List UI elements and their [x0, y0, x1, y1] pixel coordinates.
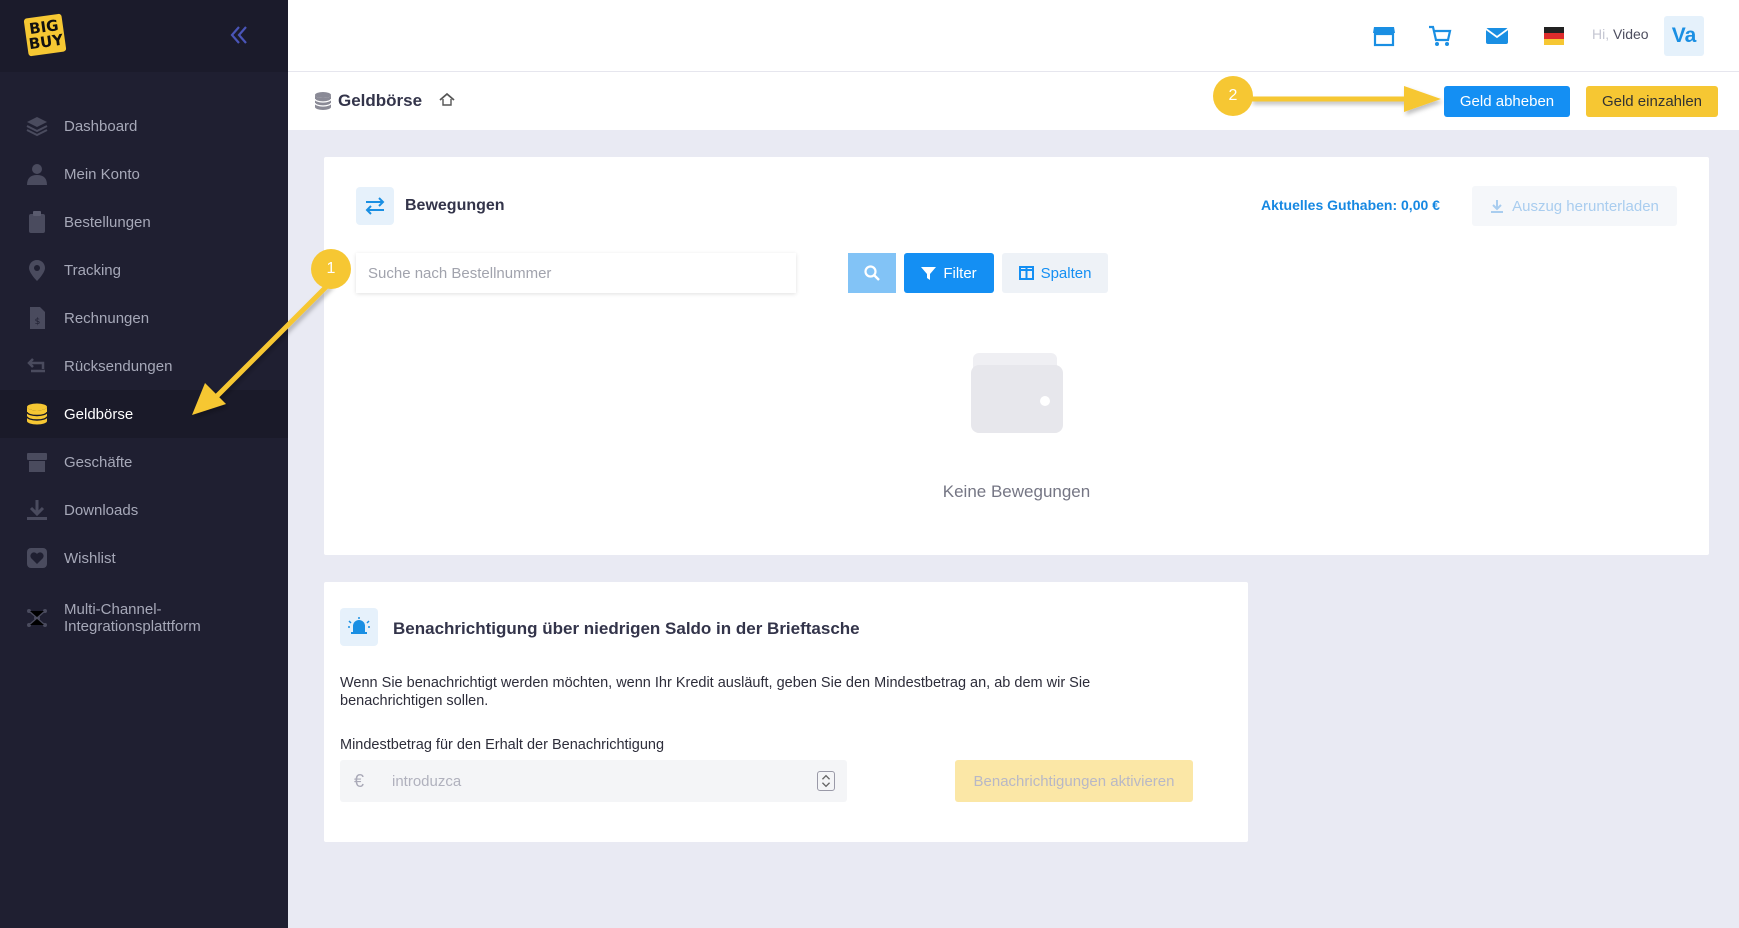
columns-button[interactable]: Spalten — [1002, 253, 1108, 293]
mail-icon[interactable] — [1484, 23, 1510, 49]
store-icon[interactable] — [1371, 23, 1397, 49]
low-balance-notification-card: Benachrichtigung über niedrigen Saldo in… — [324, 582, 1248, 842]
sidebar-item-label: Geschäfte — [64, 453, 133, 471]
download-statement-label: Auszug herunterladen — [1512, 197, 1659, 215]
invoice-icon: $ — [24, 305, 50, 331]
filter-icon — [921, 266, 937, 280]
download-icon — [1491, 200, 1504, 213]
sidebar-item-label: Rechnungen — [64, 309, 150, 327]
sidebar-item-geldboerse[interactable]: Geldbörse — [0, 390, 288, 438]
activate-notifications-button[interactable]: Benachrichtigungen aktivieren — [955, 760, 1193, 802]
page-header: Geldbörse Geld abheben Geld einzahlen — [288, 72, 1739, 130]
sidebar-item-label: Multi-Channel- Integrationsplattform — [64, 601, 201, 635]
sidebar-item-label: Bestellungen — [64, 213, 151, 231]
filter-label: Filter — [943, 264, 977, 282]
transfer-icon — [356, 187, 394, 225]
return-icon — [24, 353, 50, 379]
search-icon — [864, 265, 880, 281]
step-badge-1: 1 — [311, 249, 351, 289]
coins-icon — [314, 92, 332, 110]
notification-title: Benachrichtigung über niedrigen Saldo in… — [393, 619, 860, 638]
collapse-sidebar-icon[interactable] — [226, 22, 252, 48]
sidebar-item-label: Geldbörse — [64, 405, 134, 423]
svg-text:$: $ — [35, 317, 41, 327]
logo-line2: BUY — [27, 30, 65, 54]
bigbuy-logo[interactable]: BIG BUY — [23, 13, 67, 57]
download-statement-button[interactable]: Auszug herunterladen — [1472, 186, 1677, 226]
avatar[interactable]: Va — [1664, 16, 1704, 56]
min-amount-field[interactable]: € introduzca — [340, 760, 847, 802]
user-icon — [24, 161, 50, 187]
label-line1: Multi-Channel- — [64, 601, 162, 618]
cart-icon[interactable] — [1427, 23, 1453, 49]
sidebar-item-ruecksendungen[interactable]: Rücksendungen — [0, 342, 288, 390]
user-name: Video — [1613, 26, 1649, 42]
number-stepper-icon[interactable] — [817, 771, 835, 791]
sidebar-nav: Dashboard Mein Konto Bestellungen Tracki… — [0, 102, 288, 648]
withdraw-button[interactable]: Geld abheben — [1444, 86, 1570, 117]
sidebar-item-dashboard[interactable]: Dashboard — [0, 102, 288, 150]
label-line2: Integrationsplattform — [64, 618, 201, 635]
download-icon — [24, 497, 50, 523]
page-title: Geldbörse — [314, 91, 422, 111]
sidebar-item-label: Downloads — [64, 501, 139, 519]
sidebar-item-mein-konto[interactable]: Mein Konto — [0, 150, 288, 198]
layers-icon — [24, 113, 50, 139]
filter-button[interactable]: Filter — [904, 253, 994, 293]
sidebar-item-wishlist[interactable]: Wishlist — [0, 534, 288, 582]
step-badge-2: 2 — [1213, 76, 1253, 116]
sidebar-item-tracking[interactable]: Tracking — [0, 246, 288, 294]
sidebar-item-downloads[interactable]: Downloads — [0, 486, 288, 534]
sidebar-item-multichannel[interactable]: Multi-Channel- Integrationsplattform — [0, 588, 288, 648]
sidebar: BIG BUY Dashboard Mein Konto Bestellunge… — [0, 0, 288, 928]
search-input[interactable] — [356, 253, 796, 293]
sidebar-item-label: Wishlist — [64, 549, 116, 567]
amount-placeholder: introduzca — [392, 773, 462, 790]
empty-wallet-icon — [971, 353, 1063, 433]
min-amount-label: Mindestbetrag für den Erhalt der Benachr… — [340, 737, 665, 753]
empty-state-text: Keine Bewegungen — [942, 482, 1091, 501]
movements-title: Bewegungen — [405, 197, 505, 214]
sidebar-item-label: Dashboard — [64, 117, 138, 135]
home-icon[interactable] — [438, 91, 456, 109]
current-balance: Aktuelles Guthaben: 0,00 € — [1261, 197, 1440, 213]
top-header: Hi, Video Va — [288, 0, 1739, 72]
sidebar-item-rechnungen[interactable]: $ Rechnungen — [0, 294, 288, 342]
sidebar-item-label: Mein Konto — [64, 165, 140, 183]
network-icon — [24, 605, 50, 631]
bell-icon — [340, 608, 378, 646]
heart-icon — [24, 545, 50, 571]
sidebar-header: BIG BUY — [0, 0, 288, 72]
sidebar-item-label: Rücksendungen — [64, 357, 173, 375]
user-greeting: Hi, Video — [1592, 26, 1649, 42]
clipboard-icon — [24, 209, 50, 235]
search-button[interactable] — [848, 253, 896, 293]
notification-description: Wenn Sie benachrichtigt werden möchten, … — [340, 675, 1091, 709]
greeting-prefix: Hi, — [1592, 26, 1610, 42]
sidebar-item-bestellungen[interactable]: Bestellungen — [0, 198, 288, 246]
euro-icon: € — [354, 771, 365, 791]
columns-icon — [1018, 266, 1034, 280]
sidebar-item-label: Tracking — [64, 261, 121, 279]
page-title-text: Geldbörse — [338, 91, 423, 110]
map-pin-icon — [24, 257, 50, 283]
columns-label: Spalten — [1040, 264, 1092, 282]
flag-de-icon[interactable] — [1541, 23, 1567, 49]
deposit-button[interactable]: Geld einzahlen — [1586, 86, 1718, 117]
coins-icon — [24, 401, 50, 427]
sidebar-item-geschaefte[interactable]: Geschäfte — [0, 438, 288, 486]
store-icon — [24, 449, 50, 475]
movements-card: Bewegungen Aktuelles Guthaben: 0,00 € Au… — [324, 157, 1709, 555]
